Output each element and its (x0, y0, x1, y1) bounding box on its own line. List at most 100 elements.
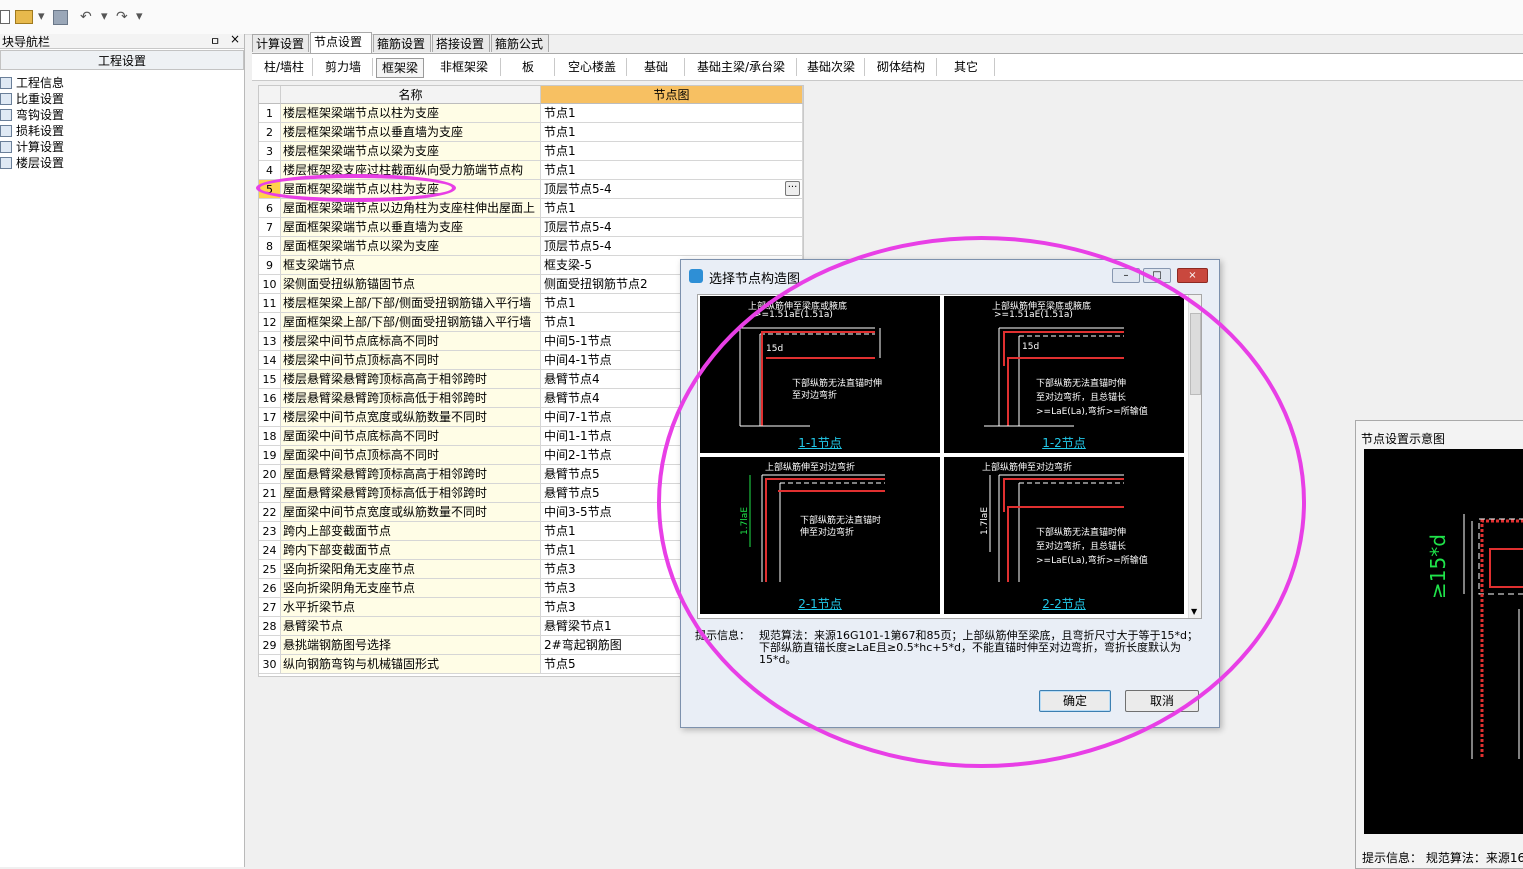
row-name-cell[interactable]: 屋面框架梁上部/下部/侧面受扭钢筋锚入平行墙 (281, 313, 541, 332)
tab-stirrup-formula[interactable]: 箍筋公式 (491, 34, 549, 52)
row-number[interactable]: 18 (259, 427, 281, 446)
chevron-down-icon[interactable]: ▾ (136, 9, 143, 25)
row-number[interactable]: 22 (259, 503, 281, 522)
row-number[interactable]: 29 (259, 636, 281, 655)
table-row[interactable]: 8 屋面框架梁端节点以梁为支座 顶层节点5-4 (259, 237, 803, 256)
row-number[interactable]: 19 (259, 446, 281, 465)
tab-lap-settings[interactable]: 搭接设置 (432, 34, 490, 52)
row-number[interactable]: 3 (259, 142, 281, 161)
row-number[interactable]: 17 (259, 408, 281, 427)
redo-icon[interactable]: ↷ (116, 9, 128, 25)
close-icon[interactable]: × (1177, 268, 1208, 283)
tab-node-settings[interactable]: 节点设置 (310, 32, 372, 53)
row-name-cell[interactable]: 屋面框架梁端节点以边角柱为支座柱伸出屋面上 (281, 199, 541, 218)
row-name-cell[interactable]: 楼层框架梁上部/下部/侧面受扭钢筋锚入平行墙 (281, 294, 541, 313)
nav-item-weight[interactable]: 比重设置 (0, 91, 64, 107)
subtab-shear-wall[interactable]: 剪力墙 (314, 58, 373, 76)
row-name-cell[interactable]: 跨内上部变截面节点 (281, 522, 541, 541)
subtab-masonry[interactable]: 砌体结构 (866, 58, 937, 76)
row-number[interactable]: 14 (259, 351, 281, 370)
row-name-cell[interactable]: 竖向折梁阴角无支座节点 (281, 579, 541, 598)
subtab-nonframe-beam[interactable]: 非框架梁 (428, 58, 501, 76)
row-name-cell[interactable]: 屋面框架梁端节点以垂直墙为支座 (281, 218, 541, 237)
tab-calc-settings[interactable]: 计算设置 (252, 34, 309, 52)
row-name-cell[interactable]: 楼层梁中间节点宽度或纵筋数量不同时 (281, 408, 541, 427)
row-number[interactable]: 20 (259, 465, 281, 484)
row-number[interactable]: 7 (259, 218, 281, 237)
row-number[interactable]: 27 (259, 598, 281, 617)
close-icon[interactable]: × (230, 32, 240, 46)
row-number[interactable]: 16 (259, 389, 281, 408)
row-name-cell[interactable]: 屋面悬臂梁悬臂跨顶标高低于相邻跨时 (281, 484, 541, 503)
table-row[interactable]: 1 楼层框架梁端节点以柱为支座 节点1 (259, 104, 803, 123)
subtab-foundation[interactable]: 基础 (628, 58, 685, 76)
row-value-cell[interactable]: 节点1 (541, 161, 803, 180)
new-file-icon[interactable] (0, 10, 10, 24)
row-name-cell[interactable]: 屋面梁中间节点顶标高不同时 (281, 446, 541, 465)
nav-item-hook[interactable]: 弯钩设置 (0, 107, 64, 123)
row-name-cell[interactable]: 屋面悬臂梁悬臂跨顶标高高于相邻跨时 (281, 465, 541, 484)
row-number[interactable]: 26 (259, 579, 281, 598)
row-number[interactable]: 12 (259, 313, 281, 332)
row-name-cell[interactable]: 楼层框架梁端节点以垂直墙为支座 (281, 123, 541, 142)
subtab-column[interactable]: 柱/墙柱 (256, 58, 313, 76)
row-name-cell[interactable]: 屋面框架梁端节点以梁为支座 (281, 237, 541, 256)
row-value-cell[interactable]: 节点1 (541, 123, 803, 142)
row-name-cell[interactable]: 楼层梁中间节点顶标高不同时 (281, 351, 541, 370)
subtab-other[interactable]: 其它 (938, 58, 995, 76)
row-number[interactable]: 25 (259, 560, 281, 579)
row-name-cell[interactable]: 屋面梁中间节点宽度或纵筋数量不同时 (281, 503, 541, 522)
subtab-foundation-main-beam[interactable]: 基础主梁/承台梁 (686, 58, 797, 76)
row-name-cell[interactable]: 楼层梁中间节点底标高不同时 (281, 332, 541, 351)
row-name-cell[interactable]: 悬挑端钢筋图号选择 (281, 636, 541, 655)
row-name-cell[interactable]: 楼层悬臂梁悬臂跨顶标高低于相邻跨时 (281, 389, 541, 408)
row-value-cell[interactable]: 顶层节点5-4 (541, 218, 803, 237)
row-number[interactable]: 23 (259, 522, 281, 541)
row-number[interactable]: 8 (259, 237, 281, 256)
tab-stirrup-settings[interactable]: 箍筋设置 (373, 34, 431, 52)
row-value-cell[interactable]: 顶层节点5-4 ··· (541, 180, 803, 199)
open-folder-icon[interactable] (15, 10, 33, 24)
subtab-slab[interactable]: 板 (502, 58, 555, 76)
chevron-down-icon[interactable]: ▾ (101, 9, 108, 25)
row-number[interactable]: 28 (259, 617, 281, 636)
subtab-hollow-floor[interactable]: 空心楼盖 (558, 58, 627, 76)
nav-section-title[interactable]: 工程设置 (0, 50, 244, 70)
row-name-cell[interactable]: 竖向折梁阳角无支座节点 (281, 560, 541, 579)
table-row[interactable]: 2 楼层框架梁端节点以垂直墙为支座 节点1 (259, 123, 803, 142)
save-icon[interactable] (53, 10, 68, 25)
row-number[interactable]: 21 (259, 484, 281, 503)
nav-item-calc[interactable]: 计算设置 (0, 139, 64, 155)
subtab-frame-beam[interactable]: 框架梁 (376, 58, 424, 78)
row-number[interactable]: 24 (259, 541, 281, 560)
row-number[interactable]: 10 (259, 275, 281, 294)
row-name-cell[interactable]: 楼层悬臂梁悬臂跨顶标高高于相邻跨时 (281, 370, 541, 389)
row-name-cell[interactable]: 悬臂梁节点 (281, 617, 541, 636)
row-number[interactable]: 6 (259, 199, 281, 218)
row-number[interactable]: 2 (259, 123, 281, 142)
table-row[interactable]: 3 楼层框架梁端节点以梁为支座 节点1 (259, 142, 803, 161)
pin-icon[interactable]: ㅁ (210, 33, 220, 49)
row-name-cell[interactable]: 水平折梁节点 (281, 598, 541, 617)
row-name-cell[interactable]: 楼层框架梁端节点以柱为支座 (281, 104, 541, 123)
nav-item-loss[interactable]: 损耗设置 (0, 123, 64, 139)
row-number[interactable]: 1 (259, 104, 281, 123)
row-number[interactable]: 30 (259, 655, 281, 674)
row-number[interactable]: 13 (259, 332, 281, 351)
ellipsis-button[interactable]: ··· (785, 181, 800, 196)
row-name-cell[interactable]: 跨内下部变截面节点 (281, 541, 541, 560)
row-name-cell[interactable]: 楼层框架梁端节点以梁为支座 (281, 142, 541, 161)
chevron-down-icon[interactable]: ▾ (38, 9, 45, 25)
row-name-cell[interactable]: 纵向钢筋弯钩与机械锚固形式 (281, 655, 541, 674)
row-value-cell[interactable]: 节点1 (541, 104, 803, 123)
subtab-foundation-secondary-beam[interactable]: 基础次梁 (798, 58, 865, 76)
undo-icon[interactable]: ↶ (80, 9, 92, 25)
row-name-cell[interactable]: 框支梁端节点 (281, 256, 541, 275)
row-number[interactable]: 11 (259, 294, 281, 313)
row-name-cell[interactable]: 屋面梁中间节点底标高不同时 (281, 427, 541, 446)
row-value-cell[interactable]: 节点1 (541, 199, 803, 218)
row-number[interactable]: 4 (259, 161, 281, 180)
row-name-cell[interactable]: 梁侧面受扭纵筋锚固节点 (281, 275, 541, 294)
table-row[interactable]: 7 屋面框架梁端节点以垂直墙为支座 顶层节点5-4 (259, 218, 803, 237)
nav-item-floor[interactable]: 楼层设置 (0, 155, 64, 171)
